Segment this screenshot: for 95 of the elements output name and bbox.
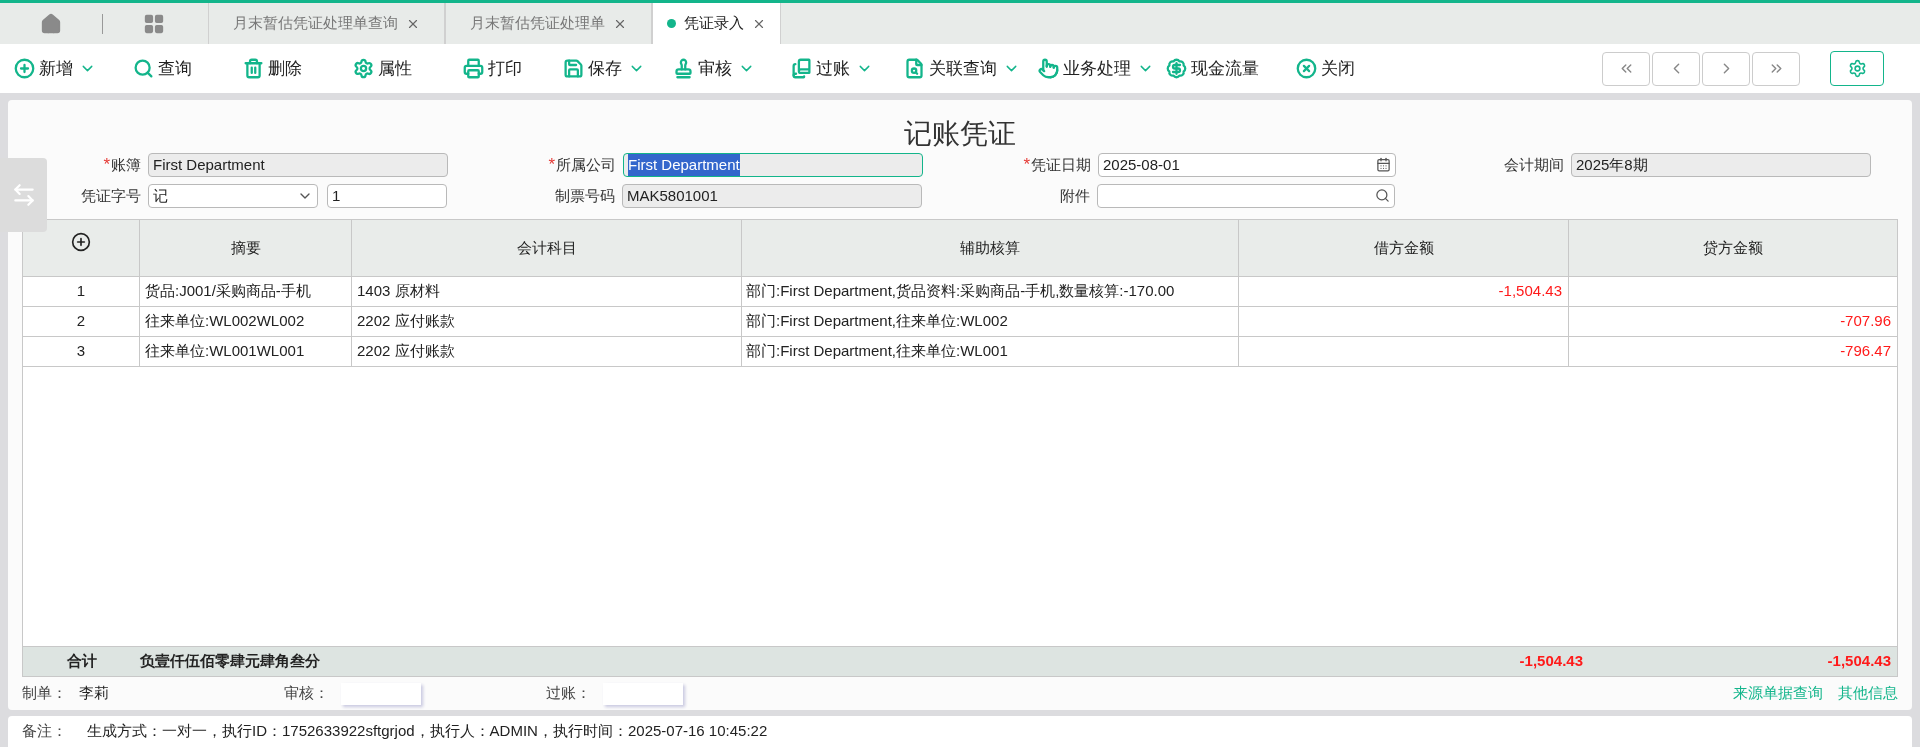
- trash-icon: [243, 58, 264, 79]
- signature-label: 过账：: [546, 683, 591, 704]
- field-value: First Department: [153, 154, 265, 175]
- signature-field[interactable]: [341, 682, 421, 705]
- pager-button[interactable]: [1702, 51, 1750, 86]
- table-cell-text: 2202 应付账款: [357, 341, 455, 362]
- table-cell-text: 部门:First Department,货品资料:采购商品-手机,数量核算:-170.00: [746, 281, 1175, 302]
- search-icon[interactable]: [1375, 188, 1390, 204]
- amount: -707.96: [1840, 311, 1891, 332]
- pager-button[interactable]: [1652, 51, 1700, 86]
- toolbar-button[interactable]: 保存: [563, 55, 622, 82]
- ledger-icon: [791, 58, 812, 79]
- amount: -1,504.43: [1519, 651, 1583, 672]
- field-label: 凭证字号: [81, 185, 141, 206]
- readonly-field[interactable]: MAK5801001: [622, 183, 922, 208]
- table-cell-text: 货品:J001/采购商品-手机: [145, 281, 311, 302]
- field-label: 账簿: [111, 154, 141, 175]
- amount: -1,504.43: [1498, 281, 1562, 302]
- amount-in-words: 负壹仟伍佰零肆元肆角叁分: [140, 651, 320, 672]
- remarks-label: 备注：: [22, 721, 67, 742]
- date-field[interactable]: 2025-08-01: [1098, 152, 1396, 177]
- tab[interactable]: 月末暂估凭证处理单查询: [208, 3, 445, 44]
- toolbar-button[interactable]: 属性: [353, 55, 412, 82]
- pointing-hand-icon: [1038, 58, 1059, 79]
- voucher-title: 记账凭证: [904, 116, 1016, 151]
- table-cell-text: 2202 应付账款: [357, 311, 455, 332]
- table-cell-text: 往来单位:WL002WL002: [145, 311, 305, 332]
- toolbar-button[interactable]: 业务处理: [1038, 55, 1131, 82]
- document-search-icon: [904, 58, 925, 79]
- readonly-field[interactable]: First Department: [148, 152, 448, 177]
- tab[interactable]: 凭证录入: [652, 3, 781, 44]
- required-mark: *: [548, 156, 555, 174]
- lookup-field[interactable]: [1097, 183, 1395, 208]
- remarks-text: 生成方式：一对一，执行ID：1752633922sftgrjod，执行人：ADMIN，执行时间：2025-07-16 10:45:22: [87, 721, 768, 742]
- home-icon[interactable]: [40, 12, 62, 35]
- column-header: 借方金额: [1373, 237, 1434, 258]
- field-label: 凭证日期: [1031, 154, 1091, 175]
- required-mark: *: [1023, 156, 1030, 174]
- table-cell-text: 往来单位:WL001WL001: [145, 341, 305, 362]
- number-field[interactable]: 1: [327, 183, 447, 208]
- search-icon: [133, 58, 154, 79]
- toolbar-button[interactable]: 打印: [463, 55, 522, 82]
- toolbar-button[interactable]: 关联查询: [904, 55, 997, 82]
- toolbar-button[interactable]: 过账: [791, 55, 850, 82]
- field-value: 记: [153, 185, 168, 206]
- toolbar-button[interactable]: 关闭: [1296, 55, 1355, 82]
- field-label: 制票号码: [555, 185, 615, 206]
- column-header: 辅助核算: [960, 237, 1020, 258]
- signature-value: 李莉: [79, 683, 109, 704]
- row-number: 1: [76, 281, 86, 302]
- stamp-icon: [673, 58, 694, 79]
- amount: -1,504.43: [1827, 651, 1891, 672]
- readonly-field[interactable]: 2025年8期: [1571, 152, 1871, 177]
- column-header: 会计科目: [516, 237, 577, 258]
- signature-label: 审核：: [284, 683, 329, 704]
- field-value: MAK5801001: [627, 185, 718, 206]
- toolbar-button[interactable]: 查询: [133, 55, 192, 82]
- settings-button[interactable]: [1830, 51, 1884, 86]
- table-cell-text: 部门:First Department,往来单位:WL001: [746, 341, 1008, 362]
- field-label: 附件: [1060, 185, 1090, 206]
- plus-icon: [14, 58, 35, 79]
- pager-button[interactable]: [1752, 51, 1800, 86]
- money-bag-icon: [1166, 58, 1187, 79]
- readonly-field[interactable]: First Department: [623, 152, 923, 177]
- toolbar-button[interactable]: 审核: [673, 55, 732, 82]
- field-value: 2025年8期: [1576, 154, 1648, 175]
- required-mark: *: [103, 156, 110, 174]
- pager-button[interactable]: [1602, 51, 1650, 86]
- select-field[interactable]: 记: [148, 183, 318, 208]
- total-label: 合计: [66, 651, 97, 672]
- column-header: 贷方金额: [1703, 237, 1763, 258]
- table-cell-text: 部门:First Department,往来单位:WL002: [746, 311, 1008, 332]
- signature-field[interactable]: [603, 682, 683, 705]
- field-label: 会计期间: [1504, 154, 1564, 175]
- table-cell-text: 1403 原材料: [357, 281, 440, 302]
- field-label: 所属公司: [556, 154, 616, 175]
- toolbar-button[interactable]: 现金流量: [1166, 55, 1259, 82]
- calendar-icon[interactable]: [1376, 157, 1391, 173]
- field-value: First Department: [628, 153, 740, 177]
- tab[interactable]: 月末暂估凭证处理单: [445, 3, 652, 44]
- field-value: 1: [332, 185, 341, 206]
- add-row-icon[interactable]: [71, 231, 91, 252]
- signature-label: 制单：: [22, 683, 67, 704]
- toolbar-button[interactable]: 新增: [14, 55, 73, 82]
- close-icon: [1296, 58, 1317, 79]
- row-number: 2: [76, 311, 86, 332]
- amount: -796.47: [1840, 341, 1891, 362]
- printer-icon: [463, 58, 484, 79]
- grid-icon[interactable]: [143, 12, 165, 35]
- field-value: 2025-08-01: [1103, 154, 1180, 175]
- row-number: 3: [76, 341, 86, 362]
- gear-icon: [353, 58, 374, 79]
- settings-icon: [1847, 59, 1867, 78]
- toolbar-button[interactable]: 删除: [243, 55, 302, 82]
- column-header: 摘要: [230, 237, 261, 258]
